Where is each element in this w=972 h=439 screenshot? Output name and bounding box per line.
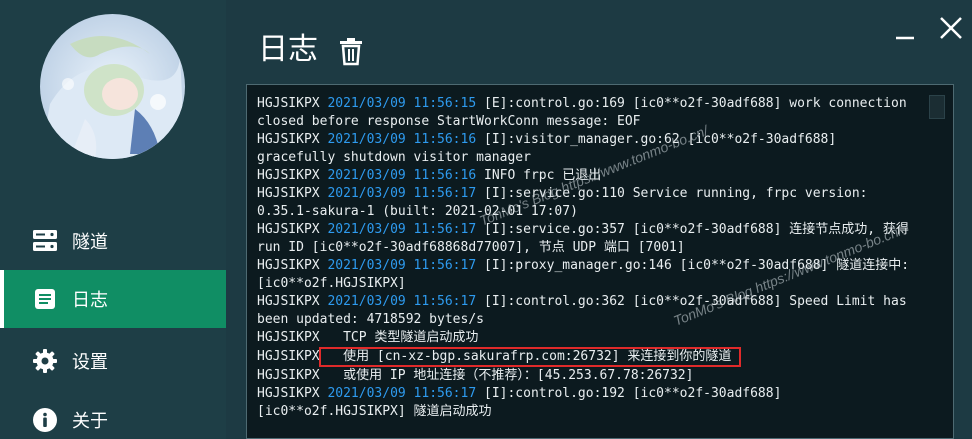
avatar[interactable] (40, 14, 185, 159)
sidebar-item-label: 设置 (72, 352, 108, 373)
sidebar: 隧道 日志 设置 关于 (0, 0, 226, 439)
log-tag: HGJSIKPX (257, 186, 320, 201)
server-icon (32, 228, 58, 254)
log-tag: HGJSIKPX (257, 222, 320, 237)
sidebar-item-about[interactable]: 关于 (0, 392, 226, 439)
log-tag: HGJSIKPX (257, 349, 320, 364)
document-icon (32, 286, 58, 312)
log-line: HGJSIKPX 2021/03/09 11:56:15 [E]:control… (257, 95, 922, 131)
minimize-button[interactable] (890, 14, 920, 44)
log-line: HGJSIKPX 2021/03/09 11:56:16 [I]:visitor… (257, 131, 922, 167)
main-panel: 日志 HGJSIKPX 2021/03/09 11:56:15 [E]:cont… (226, 0, 972, 439)
log-line: HGJSIKPX 2021/03/09 11:56:16 INFO frpc 已… (257, 167, 922, 185)
log-output: HGJSIKPX 2021/03/09 11:56:15 [E]:control… (257, 95, 922, 421)
log-line: HGJSIKPX 2021/03/09 11:56:17 [I]:control… (257, 385, 922, 421)
log-timestamp: 2021/03/09 11:56:17 (327, 186, 477, 201)
log-tag: HGJSIKPX (257, 368, 320, 383)
log-line: HGJSIKPX 2021/03/09 11:56:17 [I]:service… (257, 185, 922, 221)
log-timestamp: 2021/03/09 11:56:17 (327, 294, 477, 309)
log-message-highlighted: 使用 [cn-xz-bgp.sakurafrp.com:26732] 来连接到你… (319, 347, 742, 367)
trash-icon[interactable] (339, 38, 363, 66)
log-message: TCP 类型隧道启动成功 (327, 330, 479, 345)
log-timestamp: 2021/03/09 11:56:16 (327, 168, 477, 183)
log-tag: HGJSIKPX (257, 168, 320, 183)
log-line: HGJSIKPX 或使用 IP 地址连接（不推荐）：[45.253.67.78:… (257, 367, 922, 385)
log-line: HGJSIKPX 2021/03/09 11:56:17 [I]:control… (257, 293, 922, 329)
log-line: HGJSIKPX 2021/03/09 11:56:17 [I]:service… (257, 221, 922, 257)
close-button[interactable] (935, 12, 967, 44)
log-timestamp: 2021/03/09 11:56:17 (327, 258, 477, 273)
log-tag: HGJSIKPX (257, 330, 320, 345)
log-timestamp: 2021/03/09 11:56:17 (327, 222, 477, 237)
close-icon (940, 17, 962, 39)
sidebar-item-tunnel[interactable]: 隧道 (0, 213, 226, 269)
info-icon (32, 407, 58, 433)
log-message: INFO frpc 已退出 (484, 168, 602, 183)
log-timestamp: 2021/03/09 11:56:15 (327, 96, 477, 111)
page-title: 日志 (258, 32, 318, 67)
log-tag: HGJSIKPX (257, 258, 320, 273)
log-timestamp: 2021/03/09 11:56:17 (327, 386, 477, 401)
sidebar-item-label: 隧道 (72, 232, 108, 253)
scroll-to-top-button[interactable] (929, 95, 945, 119)
sidebar-item-label: 关于 (72, 411, 108, 432)
log-line: HGJSIKPX 2021/03/09 11:56:17 [I]:proxy_m… (257, 257, 922, 293)
log-line: HGJSIKPX 使用 [cn-xz-bgp.sakurafrp.com:267… (257, 347, 922, 367)
log-timestamp: 2021/03/09 11:56:16 (327, 132, 477, 147)
log-tag: HGJSIKPX (257, 132, 320, 147)
log-panel[interactable]: HGJSIKPX 2021/03/09 11:56:15 [E]:control… (246, 84, 954, 439)
log-tag: HGJSIKPX (257, 386, 320, 401)
gear-icon (32, 348, 58, 374)
sidebar-item-settings[interactable]: 设置 (0, 333, 226, 389)
log-tag: HGJSIKPX (257, 96, 320, 111)
log-message: 或使用 IP 地址连接（不推荐）：[45.253.67.78:26732] (327, 368, 694, 383)
log-line: HGJSIKPX TCP 类型隧道启动成功 (257, 329, 922, 347)
minimize-icon (896, 36, 914, 40)
sidebar-item-label: 日志 (72, 290, 108, 311)
sidebar-item-log[interactable]: 日志 (0, 270, 226, 328)
log-tag: HGJSIKPX (257, 294, 320, 309)
